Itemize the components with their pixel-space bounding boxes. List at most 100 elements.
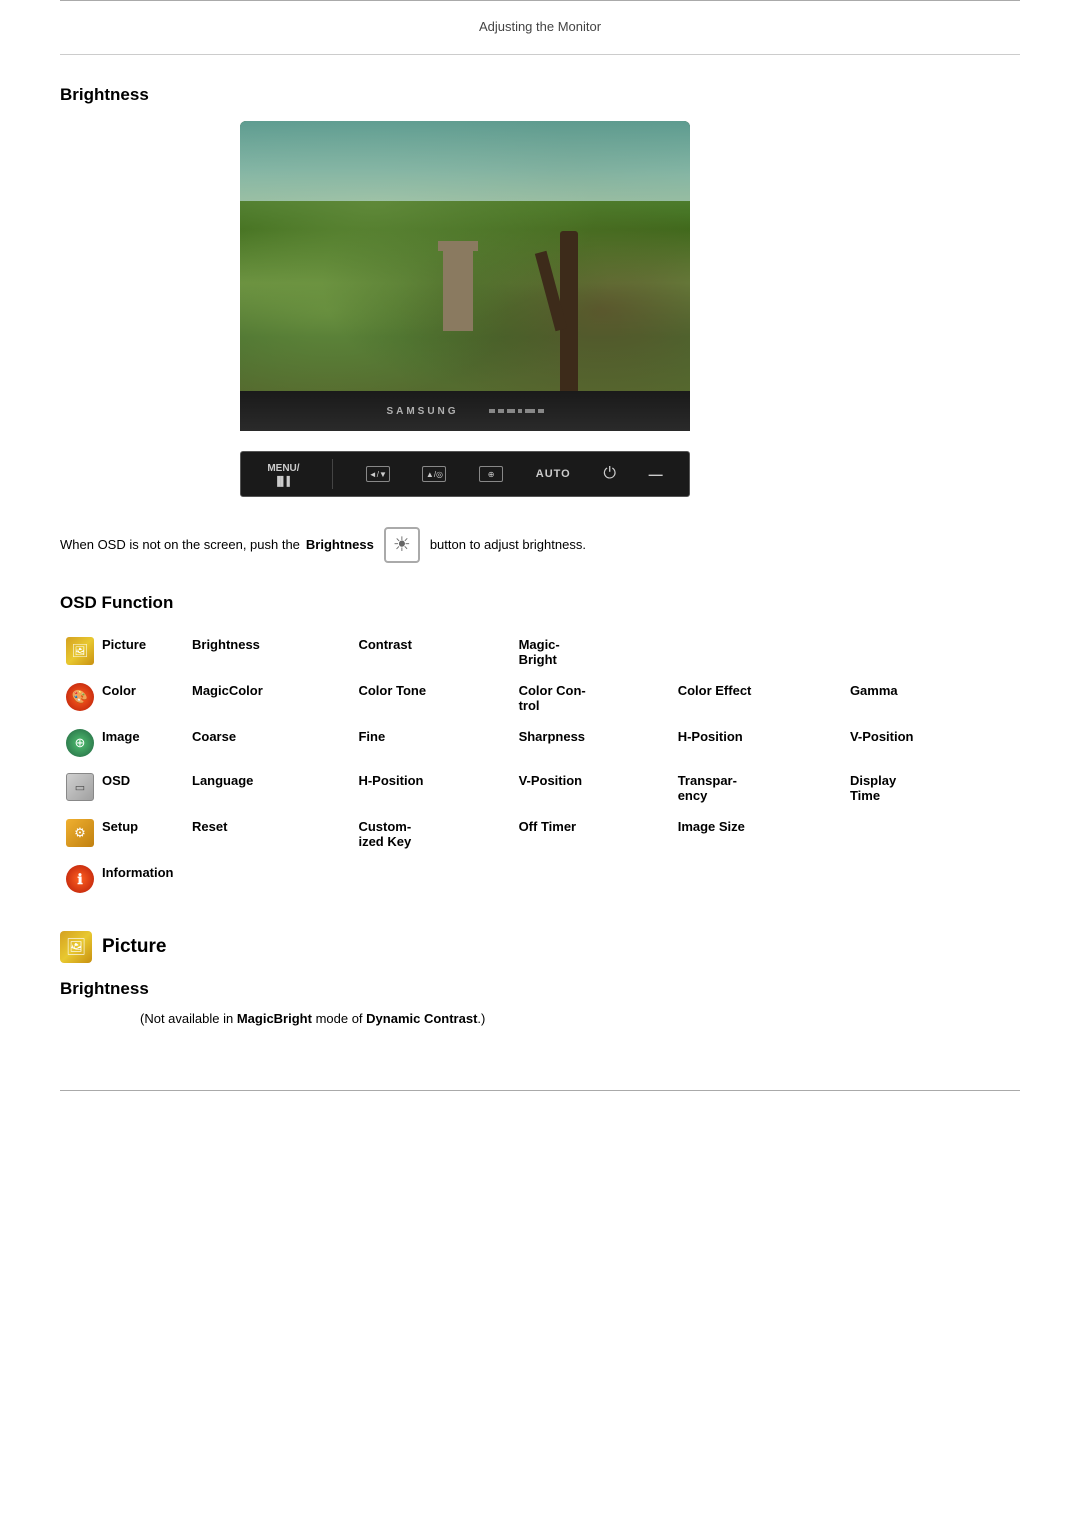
brightness-note-part2: mode of [312,1011,366,1026]
table-row-image: ⊕ Image Coarse Fine Sharpness H-Position… [60,721,1020,765]
osd-icon-symbol: ▭ [75,781,85,794]
monitor-image: SAMSUNG [240,121,690,431]
minus-button[interactable]: — [649,466,663,482]
image-item-vposition: V-Position [844,721,996,765]
brightness-note-part1: (Not available in [140,1011,237,1026]
picture-icon-cell: 🖼 [60,629,96,675]
menu-button[interactable]: MENU/ ▐▌▌ [267,463,299,486]
color-item-tone: Color Tone [352,675,512,721]
osd-function-section: OSD Function 🖼 Picture Brightness Contra… [60,593,1020,901]
tree-decoration [560,231,578,391]
brightness-icon-box: ☀ [384,527,420,563]
osd-table: 🖼 Picture Brightness Contrast Magic-Brig… [60,629,1020,901]
brightness-note-part3: .) [477,1011,485,1026]
table-row-setup: ⚙ Setup Reset Custom-ized Key Off Timer … [60,811,1020,857]
info-icon: ℹ [66,865,94,893]
color-icon: 🎨 [66,683,94,711]
osd-item-displaytime: DisplayTime [844,765,996,811]
picture-icon-symbol: 🖼 [72,643,89,659]
color-item-magiccolor: MagicColor [186,675,352,721]
brightness-note-suffix: button to adjust brightness. [430,535,586,556]
bottom-rule [60,1090,1020,1091]
image-item-coarse: Coarse [186,721,352,765]
image-icon-cell: ⊕ [60,721,96,765]
osd-item-vposition: V-Position [513,765,672,811]
picture-section-icon-symbol: 🖼 [66,937,86,957]
monitor-image-container: SAMSUNG [240,121,1020,431]
image-icon: ⊕ [66,729,94,757]
samsung-logo: SAMSUNG [386,406,458,417]
image-category-label: Image [96,721,186,765]
picture-item-magicbright: Magic-Bright [513,629,672,675]
osd-category-label: OSD [96,765,186,811]
osd-icon: ▭ [66,773,94,801]
setup-icon-cell: ⚙ [60,811,96,857]
brightness-section: Brightness SAMSUNG [60,85,1020,563]
top-rule [60,0,1020,1]
setup-item-imagesize: Image Size [672,811,844,857]
osd-item-language: Language [186,765,352,811]
osd-item-hposition: H-Position [352,765,512,811]
nav-down-icon: ◄/▼ [366,466,390,482]
info-category-label: Information [96,857,186,901]
sky-area [240,121,690,201]
image-item-fine: Fine [352,721,512,765]
table-row-color: 🎨 Color MagicColor Color Tone Color Con-… [60,675,1020,721]
brightness-title: Brightness [60,85,1020,105]
nav-up-button[interactable]: ▲/◎ [422,466,446,482]
monitor-bezel: SAMSUNG [240,391,690,431]
monitor-screen [240,121,690,391]
osd-control-bar: MENU/ ▐▌▌ ◄/▼ ▲/◎ ⊕ AUTO ⏻ [240,451,690,497]
picture-section-title: Picture [102,936,166,958]
setup-item-reset: Reset [186,811,352,857]
page-header: Adjusting the Monitor [60,9,1020,55]
enter-button[interactable]: ⊕ [479,466,503,482]
picture-item-brightness: Brightness [186,629,352,675]
osd-icon-cell: ▭ [60,765,96,811]
color-item-effect: Color Effect [672,675,844,721]
pagoda-decoration [443,251,473,331]
page-container: Adjusting the Monitor Brightness SAMSUNG [0,0,1080,1527]
info-icon-symbol: ℹ [77,871,82,888]
color-category-label: Color [96,675,186,721]
color-icon-cell: 🎨 [60,675,96,721]
osd-divider-1 [332,459,333,489]
osd-item-transparency: Transpar-ency [672,765,844,811]
setup-item-customizedkey: Custom-ized Key [352,811,512,857]
table-row-information: ℹ Information [60,857,1020,901]
table-row-picture: 🖼 Picture Brightness Contrast Magic-Brig… [60,629,1020,675]
picture-category-label: Picture [96,629,186,675]
osd-bar-container: MENU/ ▐▌▌ ◄/▼ ▲/◎ ⊕ AUTO ⏻ [240,451,1020,497]
setup-icon: ⚙ [66,819,94,847]
brightness-dynamic-contrast-bold: Dynamic Contrast [366,1011,477,1026]
color-item-gamma: Gamma [844,675,996,721]
nav-down-button[interactable]: ◄/▼ [366,466,390,482]
auto-button[interactable]: AUTO [536,468,571,480]
image-item-hposition: H-Position [672,721,844,765]
brightness-note-prefix: When OSD is not on the screen, push the [60,535,300,556]
color-icon-symbol: 🎨 [72,689,88,705]
power-button[interactable]: ⏻ [603,465,616,483]
setup-category-label: Setup [96,811,186,857]
brightness-magicbright-bold: MagicBright [237,1011,312,1026]
setup-icon-symbol: ⚙ [74,825,86,841]
brightness-note: When OSD is not on the screen, push the … [60,527,1020,563]
picture-item-contrast: Contrast [352,629,512,675]
nav-up-icon: ▲/◎ [422,466,446,482]
image-icon-symbol: ⊕ [75,735,86,751]
picture-section-icon: 🖼 [60,931,92,963]
picture-icon: 🖼 [66,637,94,665]
brightness-sub-section: Brightness (Not available in MagicBright… [60,979,1020,1030]
brightness-note-bold: Brightness [306,535,374,556]
enter-icon: ⊕ [479,466,503,482]
color-item-control: Color Con-trol [513,675,672,721]
brightness-sub-note: (Not available in MagicBright mode of Dy… [140,1009,1020,1030]
picture-section-header: 🖼 Picture [60,931,1020,963]
brightness-sub-title: Brightness [60,979,1020,999]
osd-function-title: OSD Function [60,593,1020,613]
brightness-sun-icon: ☀ [393,529,411,561]
info-icon-cell: ℹ [60,857,96,901]
page-title: Adjusting the Monitor [479,19,601,34]
table-row-osd: ▭ OSD Language H-Position V-Position Tra… [60,765,1020,811]
setup-item-offtimer: Off Timer [513,811,672,857]
